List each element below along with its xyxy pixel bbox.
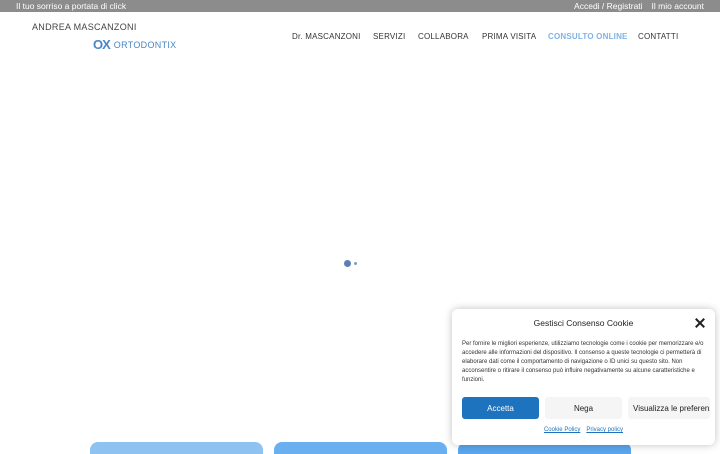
main-nav: Dr. MASCANZONI SERVIZI COLLABORA PRIMA V…: [0, 32, 720, 44]
nav-item-collabora[interactable]: COLLABORA: [418, 32, 469, 41]
deny-button[interactable]: Nega: [545, 397, 622, 419]
my-account-link[interactable]: Il mio account: [652, 0, 704, 12]
cookie-consent-dialog: Gestisci Consenso Cookie Per fornire le …: [452, 309, 715, 445]
logo-name: ANDREA MASCANZONI: [32, 22, 137, 32]
loader-dot: [344, 260, 351, 267]
nav-item-consulto-online[interactable]: CONSULTO ONLINE: [548, 32, 628, 41]
cookie-dialog-title: Gestisci Consenso Cookie: [533, 318, 634, 328]
view-preferences-button[interactable]: Visualizza le preferenze: [628, 397, 710, 419]
cookie-dialog-text: Per fornire le migliori esperienze, util…: [462, 341, 704, 383]
close-icon[interactable]: [695, 318, 705, 328]
service-card[interactable]: [90, 442, 263, 454]
cookie-dialog-footer: Cookie Policy Privacy policy: [452, 427, 715, 433]
nav-item-dr-mascanzoni[interactable]: Dr. MASCANZONI: [292, 32, 361, 41]
tagline: Il tuo sorriso a portata di click: [16, 1, 127, 11]
nav-item-prima-visita[interactable]: PRIMA VISITA: [482, 32, 536, 41]
top-bar: Il tuo sorriso a portata di click Accedi…: [0, 0, 720, 12]
loader-dot: [354, 262, 357, 265]
loading-spinner-icon: [344, 260, 360, 268]
nav-item-contatti[interactable]: CONTATTI: [638, 32, 678, 41]
service-card[interactable]: [274, 442, 447, 454]
login-register-link[interactable]: Accedi / Registrati: [574, 0, 643, 12]
nav-item-servizi[interactable]: SERVIZI: [373, 32, 405, 41]
cookie-policy-link[interactable]: Cookie Policy: [544, 427, 580, 433]
privacy-policy-link[interactable]: Privacy policy: [586, 427, 623, 433]
account-links: Accedi / Registrati Il mio account: [574, 0, 704, 12]
accept-button[interactable]: Accetta: [462, 397, 539, 419]
